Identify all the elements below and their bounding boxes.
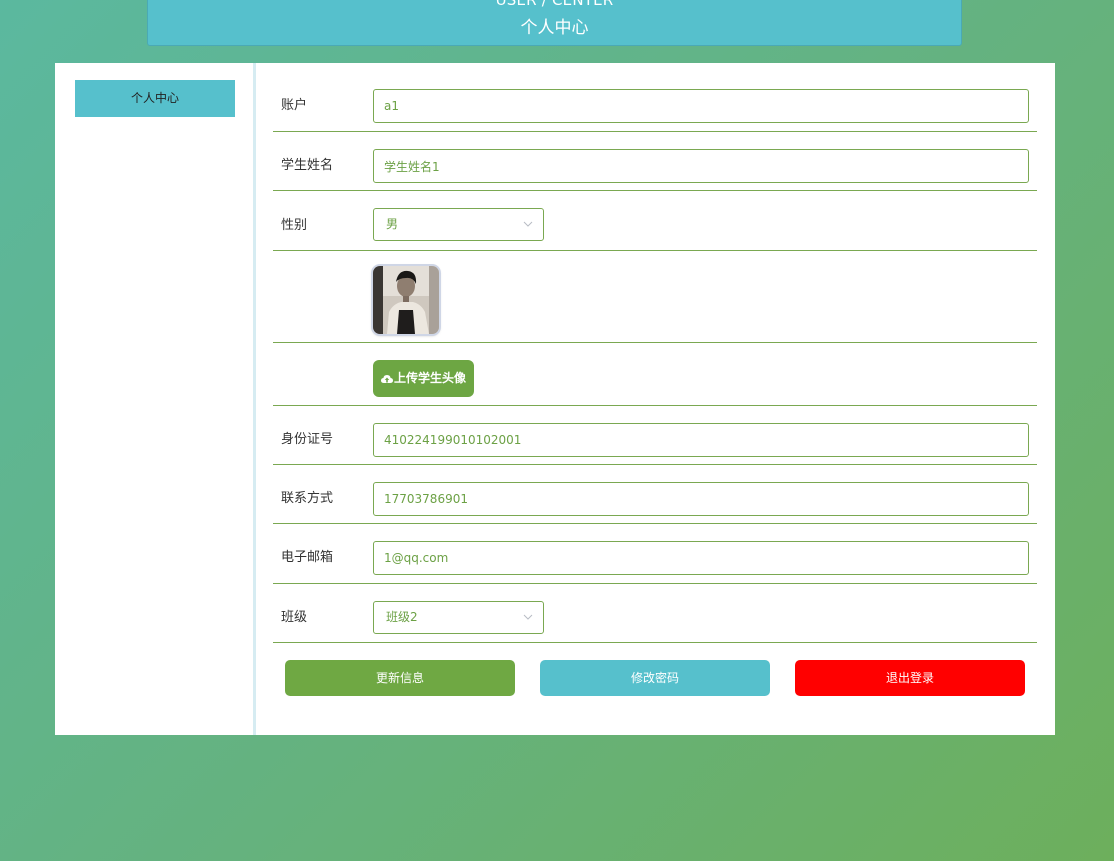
upload-avatar-button[interactable]: 上传学生头像 — [373, 360, 475, 397]
account-row: 账户 — [273, 63, 1037, 132]
gender-value: 男 — [386, 217, 399, 231]
form-actions: 更新信息 修改密码 退出登录 — [273, 660, 1037, 696]
chevron-down-icon — [523, 614, 533, 620]
student-name-label: 学生姓名 — [281, 158, 334, 173]
id-number-label: 身份证号 — [281, 432, 334, 447]
gender-label: 性别 — [281, 218, 308, 233]
upload-avatar-label: 上传学生头像 — [394, 371, 467, 385]
phone-input[interactable] — [373, 482, 1029, 516]
student-name-input[interactable] — [373, 149, 1029, 183]
sidebar: 个人中心 — [55, 63, 256, 735]
phone-label: 联系方式 — [281, 491, 334, 506]
page-title-en: USER / CENTER — [495, 0, 614, 9]
phone-row: 联系方式 — [273, 465, 1037, 524]
avatar-row — [273, 251, 1037, 343]
class-select[interactable]: 班级2 — [373, 601, 544, 634]
email-row: 电子邮箱 — [273, 524, 1037, 584]
chevron-down-icon — [523, 221, 533, 227]
page-title: 个人中心 — [520, 18, 589, 38]
cloud-upload-icon — [381, 374, 393, 383]
id-number-input[interactable] — [373, 423, 1029, 457]
id-number-row: 身份证号 — [273, 406, 1037, 465]
email-input[interactable] — [373, 541, 1029, 575]
avatar-photo — [373, 266, 439, 334]
user-center-panel: 个人中心 账户 学生姓名 性别 男 — [55, 63, 1055, 735]
sidebar-item-user-center[interactable]: 个人中心 — [75, 80, 235, 117]
account-label: 账户 — [281, 98, 308, 113]
change-password-button[interactable]: 修改密码 — [540, 660, 770, 696]
class-value: 班级2 — [386, 610, 418, 624]
student-name-row: 学生姓名 — [273, 132, 1037, 191]
email-label: 电子邮箱 — [281, 550, 334, 565]
avatar — [373, 266, 439, 334]
logout-button[interactable]: 退出登录 — [795, 660, 1025, 696]
class-row: 班级 班级2 — [273, 584, 1037, 643]
upload-row: 上传学生头像 — [273, 343, 1037, 406]
update-info-button[interactable]: 更新信息 — [285, 660, 515, 696]
page-title-banner: USER / CENTER 个人中心 — [147, 0, 962, 46]
gender-row: 性别 男 — [273, 191, 1037, 251]
class-label: 班级 — [281, 610, 308, 625]
profile-form: 账户 学生姓名 性别 男 — [273, 63, 1037, 696]
gender-select[interactable]: 男 — [373, 208, 544, 241]
account-input[interactable] — [373, 89, 1029, 123]
